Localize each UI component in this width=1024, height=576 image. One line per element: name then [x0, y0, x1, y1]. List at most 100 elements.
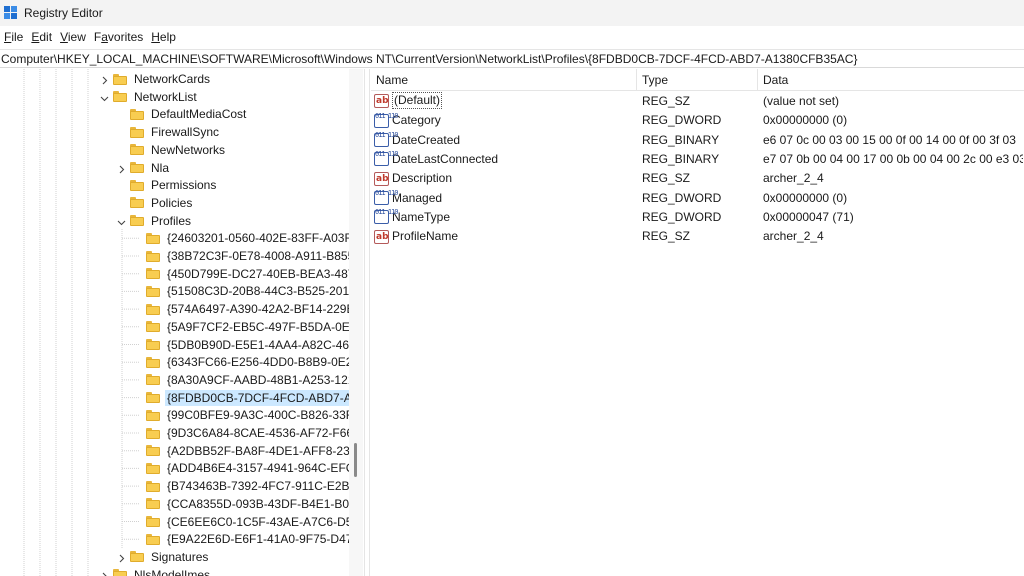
folder-icon — [146, 339, 160, 350]
value-name-cell: 011 110 DateCreated — [374, 131, 636, 150]
window-title: Registry Editor — [24, 6, 103, 20]
folder-icon — [146, 285, 160, 297]
menu-file[interactable]: File — [2, 26, 29, 48]
menu-help-label: elp — [159, 30, 176, 44]
tree-item[interactable]: NetworkList — [113, 88, 199, 106]
value-row[interactable]: ab (Default) REG_SZ (value not set) — [371, 92, 1024, 111]
pane-splitter[interactable] — [364, 69, 370, 576]
value-row[interactable]: 011 110 Managed REG_DWORD 0x00000000 (0) — [371, 189, 1024, 208]
tree-item[interactable]: FirewallSync — [130, 123, 221, 141]
chevron-right-icon[interactable] — [100, 570, 109, 576]
value-data: archer_2_4 — [763, 229, 824, 244]
address-bar[interactable]: Computer\HKEY_LOCAL_MACHINE\SOFTWARE\Mic… — [0, 49, 1024, 68]
chevron-right-icon[interactable] — [117, 163, 126, 173]
tree-item[interactable]: {6343FC66-E256-4DD0-B8B9-0E2E — [146, 353, 362, 371]
tree-item[interactable]: {24603201-0560-402E-83FF-A03F8 — [146, 229, 360, 247]
tree-item[interactable]: Signatures — [130, 548, 210, 566]
menu-favorites[interactable]: Favorites — [92, 26, 149, 48]
tree-item-label: {5A9F7CF2-EB5C-497F-B5DA-0E91 — [167, 319, 364, 334]
tree-item-label: {450D799E-DC27-40EB-BEA3-487I — [167, 266, 358, 281]
tree-item[interactable]: {99C0BFE9-9A3C-400C-B826-33F7 — [146, 406, 362, 424]
value-name-cell: ab (Default) — [374, 92, 636, 109]
tree-item-label: {5DB0B90D-E5E1-4AA4-A82C-464 — [167, 337, 356, 352]
value-name-cell: 011 110 Category — [374, 111, 636, 130]
tree-item[interactable]: Nla — [130, 159, 171, 177]
tree-item[interactable]: {9D3C6A84-8CAE-4536-AF72-F661 — [146, 424, 362, 442]
value-row[interactable]: 011 110 NameType REG_DWORD 0x00000047 (71) — [371, 208, 1024, 227]
menu-favorites-accel: a — [101, 30, 108, 44]
value-type: REG_SZ — [642, 94, 691, 108]
value-type: REG_SZ — [642, 171, 691, 186]
folder-icon — [146, 250, 160, 262]
value-name: NameType — [392, 209, 451, 224]
value-row[interactable]: ab ProfileName REG_SZ archer_2_4 — [371, 227, 1024, 246]
value-data: (value not set) — [763, 94, 840, 108]
menu-view[interactable]: View — [58, 26, 92, 48]
tree-item[interactable]: Profiles — [130, 212, 193, 230]
value-name: Managed — [392, 190, 443, 205]
folder-icon — [146, 374, 160, 386]
value-data: 0x00000047 (71) — [763, 209, 854, 224]
tree-item-label: {51508C3D-20B8-44C3-B525-2012 — [167, 284, 356, 299]
menu-bar: File Edit View Favorites Help — [0, 26, 1024, 48]
tree-item[interactable]: {38B72C3F-0E78-4008-A911-B855 — [146, 247, 356, 265]
column-header-name[interactable]: Name — [371, 69, 637, 91]
binary-value-icon: 011 110 — [374, 189, 398, 205]
value-name: Description — [392, 171, 453, 186]
tree-vertical-scrollbar[interactable] — [349, 69, 363, 576]
tree-item[interactable]: NewNetworks — [130, 141, 227, 159]
tree-item[interactable]: {51508C3D-20B8-44C3-B525-2012 — [146, 282, 358, 300]
menu-help[interactable]: Help — [149, 26, 182, 48]
tree-item[interactable]: DefaultMediaCost — [130, 105, 248, 123]
column-header-data[interactable]: Data — [758, 69, 1024, 91]
tree-item[interactable]: {574A6497-A390-42A2-BF14-229B — [146, 300, 356, 318]
value-row[interactable]: 011 110 DateLastConnected REG_BINARY e7 07 … — [371, 150, 1024, 169]
binary-value-icon: 011 110 — [374, 150, 398, 167]
tree-item[interactable]: {E9A22E6D-E6F1-41A0-9F75-D47C — [146, 530, 363, 548]
value-row[interactable]: 011 110 DateCreated REG_BINARY e6 07 0c 00 … — [371, 131, 1024, 150]
tree-item[interactable]: {B743463B-7392-4FC7-911C-E2BE — [146, 477, 360, 495]
menu-edit[interactable]: Edit — [29, 26, 58, 48]
value-row[interactable]: ab Description REG_SZ archer_2_4 — [371, 169, 1024, 188]
tree-item[interactable]: {A2DBB52F-BA8F-4DE1-AFF8-2331 — [146, 442, 364, 460]
folder-icon — [130, 197, 144, 209]
tree-item-label: {6343FC66-E256-4DD0-B8B9-0E2E — [167, 355, 361, 370]
tree-item-label: {A2DBB52F-BA8F-4DE1-AFF8-2331 — [167, 443, 364, 458]
tree-item[interactable]: Policies — [130, 194, 194, 212]
tree-item-label: FirewallSync — [151, 125, 220, 140]
value-row[interactable]: 011 110 Category REG_DWORD 0x00000000 (0) — [371, 111, 1024, 130]
tree-item[interactable]: NlsModelImes — [113, 566, 212, 576]
registry-key-tree[interactable]: NetworkCards NetworkList DefaultMediaCost F… — [0, 69, 364, 576]
tree-item[interactable]: NetworkCards — [113, 70, 212, 88]
tree-item[interactable]: {450D799E-DC27-40EB-BEA3-487I — [146, 265, 360, 283]
value-data: e6 07 0c 00 03 00 15 00 0f 00 14 00 0f 0… — [763, 132, 1016, 147]
folder-icon — [130, 162, 144, 173]
tree-item[interactable]: {CCA8355D-093B-43DF-B4E1-B0A — [146, 495, 359, 513]
tree-item[interactable]: {5DB0B90D-E5E1-4AA4-A82C-464 — [146, 336, 358, 354]
tree-item[interactable]: {5A9F7CF2-EB5C-497F-B5DA-0E91 — [146, 318, 364, 336]
tree-item[interactable]: {CE6EE6C0-1C5F-43AE-A7C6-D5D — [146, 513, 363, 531]
tree-item[interactable]: {8A30A9CF-AABD-48B1-A253-121 — [146, 371, 356, 389]
tree-item-label: {ADD4B6E4-3157-4941-964C-EFC7 — [167, 461, 362, 476]
tree-item[interactable]: {8FDBD0CB-7DCF-4FCD-ABD7-A1 — [144, 388, 364, 407]
folder-icon — [113, 569, 127, 576]
chevron-right-icon[interactable] — [117, 552, 126, 563]
values-list[interactable]: Name Type Data ab (Default) REG_SZ (value n… — [371, 69, 1024, 576]
value-data: e7 07 0b 00 04 00 17 00 0b 00 04 00 2c 0… — [763, 151, 1023, 166]
tree-item[interactable]: {ADD4B6E4-3157-4941-964C-EFC7 — [146, 459, 363, 477]
value-data: 0x00000000 (0) — [763, 113, 848, 128]
tree-item[interactable]: Permissions — [130, 176, 218, 194]
tree-item-label: Policies — [151, 195, 193, 210]
tree-item-label: Profiles — [151, 213, 192, 228]
chevron-down-icon[interactable] — [117, 216, 126, 225]
tree-scrollbar-thumb[interactable] — [354, 443, 357, 477]
folder-icon — [130, 215, 144, 227]
value-icon-glyph: 011 110 — [375, 111, 398, 120]
chevron-down-icon[interactable] — [100, 92, 109, 101]
value-name-cell: ab ProfileName — [374, 227, 636, 246]
chevron-right-icon[interactable] — [100, 74, 109, 85]
column-header-type[interactable]: Type — [637, 69, 758, 91]
folder-icon — [146, 268, 160, 280]
registry-editor-app-icon — [4, 6, 18, 20]
tree-item-label: Nla — [151, 160, 170, 175]
